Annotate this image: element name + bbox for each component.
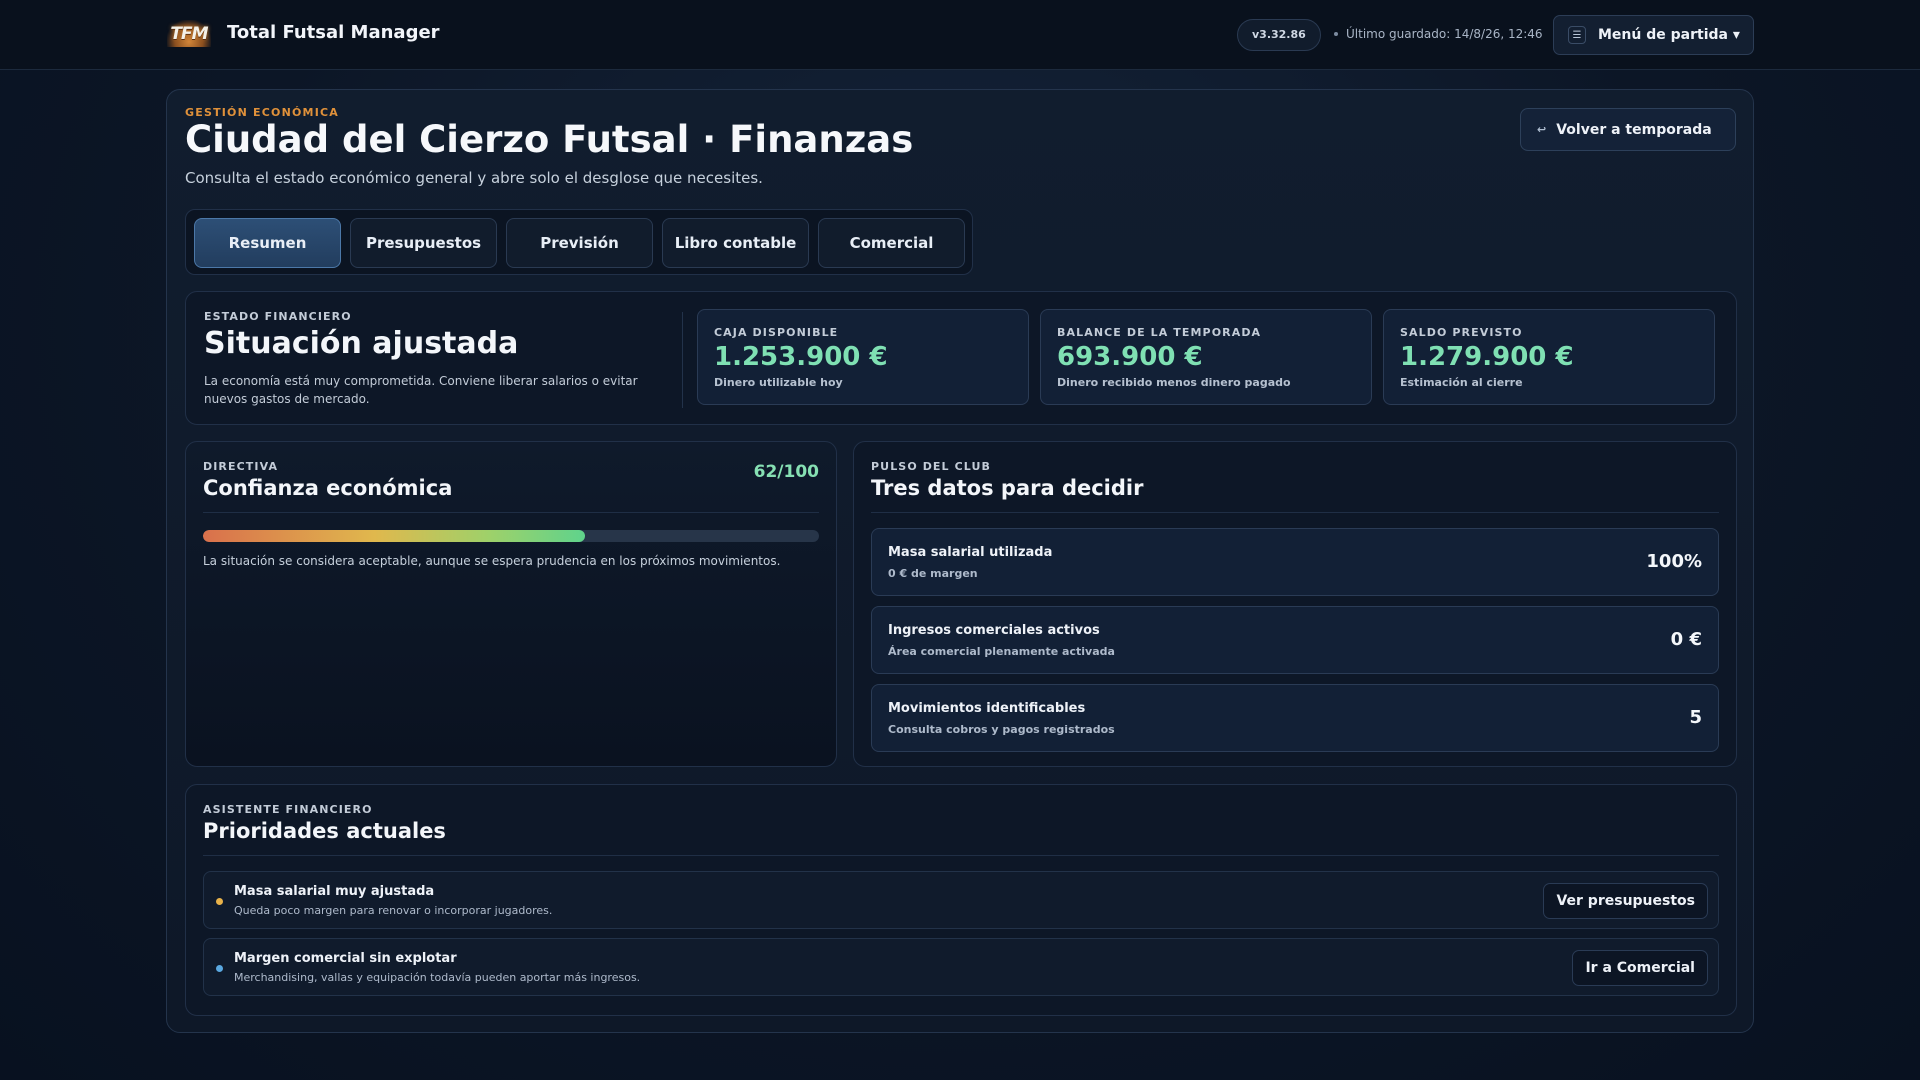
pulse-row-name: Movimientos identificables xyxy=(888,701,1086,716)
financial-assistant-card: ASISTENTE FINANCIERO Prioridades actuale… xyxy=(185,784,1737,1016)
info-dot-icon xyxy=(216,965,223,972)
priority-note: Merchandising, vallas y equipación todav… xyxy=(234,971,641,984)
confidence-bar xyxy=(203,530,819,542)
divider xyxy=(682,312,683,408)
back-to-season-button[interactable]: ↩ Volver a temporada xyxy=(1520,108,1736,151)
pulse-row-commercial: Ingresos comerciales activos Área comerc… xyxy=(871,606,1719,674)
confidence-bar-fill xyxy=(203,530,585,542)
priority-item-salary: Masa salarial muy ajustada Queda poco ma… xyxy=(203,871,1719,929)
priority-item-commercial: Margen comercial sin explotar Merchandis… xyxy=(203,938,1719,996)
club-pulse-card: PULSO DEL CLUB Tres datos para decidir M… xyxy=(853,441,1737,767)
page-subtitle: Consulta el estado económico general y a… xyxy=(185,169,763,187)
view-budgets-button[interactable]: Ver presupuestos xyxy=(1543,883,1708,919)
pulse-row-name: Ingresos comerciales activos xyxy=(888,623,1100,638)
pulse-row-name: Masa salarial utilizada xyxy=(888,545,1053,560)
pulse-row-note: Área comercial plenamente activada xyxy=(888,645,1115,658)
metric-label: BALANCE DE LA TEMPORADA xyxy=(1057,326,1262,339)
menu-icon: ☰ xyxy=(1568,26,1586,44)
board-description: La situación se considera aceptable, aun… xyxy=(203,554,781,568)
pulse-row-value: 100% xyxy=(1646,551,1702,572)
priority-name: Margen comercial sin explotar xyxy=(234,951,457,966)
metric-label: SALDO PREVISTO xyxy=(1400,326,1523,339)
assistant-label: ASISTENTE FINANCIERO xyxy=(203,803,373,816)
priority-note: Queda poco margen para renovar o incorpo… xyxy=(234,904,553,917)
metric-value: 1.279.900 € xyxy=(1400,342,1574,372)
metric-label: CAJA DISPONIBLE xyxy=(714,326,839,339)
divider xyxy=(203,855,1719,856)
version-badge: v3.32.86 xyxy=(1237,19,1321,51)
game-menu-label: Menú de partida ▾ xyxy=(1598,27,1740,43)
warning-dot-icon xyxy=(216,898,223,905)
last-saved: Último guardado: 14/8/26, 12:46 xyxy=(1334,27,1543,41)
finance-panel: GESTIÓN ECONÓMICA Ciudad del Cierzo Futs… xyxy=(166,89,1754,1033)
tab-libro-contable[interactable]: Libro contable xyxy=(662,218,809,268)
tab-comercial[interactable]: Comercial xyxy=(818,218,965,268)
pulse-row-value: 0 € xyxy=(1670,629,1702,650)
game-menu-button[interactable]: ☰ Menú de partida ▾ xyxy=(1553,15,1754,55)
back-to-season-label: Volver a temporada xyxy=(1556,121,1712,138)
status-title: Situación ajustada xyxy=(204,326,519,361)
divider xyxy=(871,512,1719,513)
priority-name: Masa salarial muy ajustada xyxy=(234,884,435,899)
app-logo: TFM xyxy=(167,20,211,47)
status-description: La economía está muy comprometida. Convi… xyxy=(204,374,638,406)
metric-season-balance: BALANCE DE LA TEMPORADA 693.900 € Dinero… xyxy=(1040,309,1372,405)
status-dot-icon xyxy=(1334,32,1338,36)
pulse-title: Tres datos para decidir xyxy=(871,476,1144,500)
metric-sub: Dinero recibido menos dinero pagado xyxy=(1057,376,1291,389)
tab-prevision[interactable]: Previsión xyxy=(506,218,653,268)
assistant-title: Prioridades actuales xyxy=(203,819,446,843)
app-title: Total Futsal Manager xyxy=(227,22,440,43)
tab-presupuestos[interactable]: Presupuestos xyxy=(350,218,497,268)
tab-resumen[interactable]: Resumen xyxy=(194,218,341,268)
metric-cash: CAJA DISPONIBLE 1.253.900 € Dinero utili… xyxy=(697,309,1029,405)
divider xyxy=(203,512,819,513)
metric-forecast-balance: SALDO PREVISTO 1.279.900 € Estimación al… xyxy=(1383,309,1715,405)
pulse-label: PULSO DEL CLUB xyxy=(871,460,991,473)
metric-sub: Estimación al cierre xyxy=(1400,376,1523,389)
metric-value: 693.900 € xyxy=(1057,342,1203,372)
metric-value: 1.253.900 € xyxy=(714,342,888,372)
last-saved-text: Último guardado: 14/8/26, 12:46 xyxy=(1346,27,1543,41)
top-bar: TFM Total Futsal Manager v3.32.86 Último… xyxy=(0,0,1920,70)
page-title: Ciudad del Cierzo Futsal · Finanzas xyxy=(185,118,914,161)
financial-status-card: ESTADO FINANCIERO Situación ajustada La … xyxy=(185,291,1737,425)
finance-tabs: Resumen Presupuestos Previsión Libro con… xyxy=(185,209,973,275)
go-commercial-button[interactable]: Ir a Comercial xyxy=(1572,950,1708,986)
board-label: DIRECTIVA xyxy=(203,460,279,473)
metric-sub: Dinero utilizable hoy xyxy=(714,376,843,389)
pulse-row-value: 5 xyxy=(1689,707,1702,728)
status-label: ESTADO FINANCIERO xyxy=(204,310,352,323)
pulse-row-salary: Masa salarial utilizada 0 € de margen 10… xyxy=(871,528,1719,596)
return-arrow-icon: ↩ xyxy=(1537,123,1547,136)
board-confidence-card: DIRECTIVA Confianza económica 62/100 La … xyxy=(185,441,837,767)
board-title: Confianza económica xyxy=(203,476,453,500)
pulse-row-note: Consulta cobros y pagos registrados xyxy=(888,723,1115,736)
pulse-row-movements: Movimientos identificables Consulta cobr… xyxy=(871,684,1719,752)
pulse-row-note: 0 € de margen xyxy=(888,567,978,580)
confidence-score: 62/100 xyxy=(753,462,819,482)
